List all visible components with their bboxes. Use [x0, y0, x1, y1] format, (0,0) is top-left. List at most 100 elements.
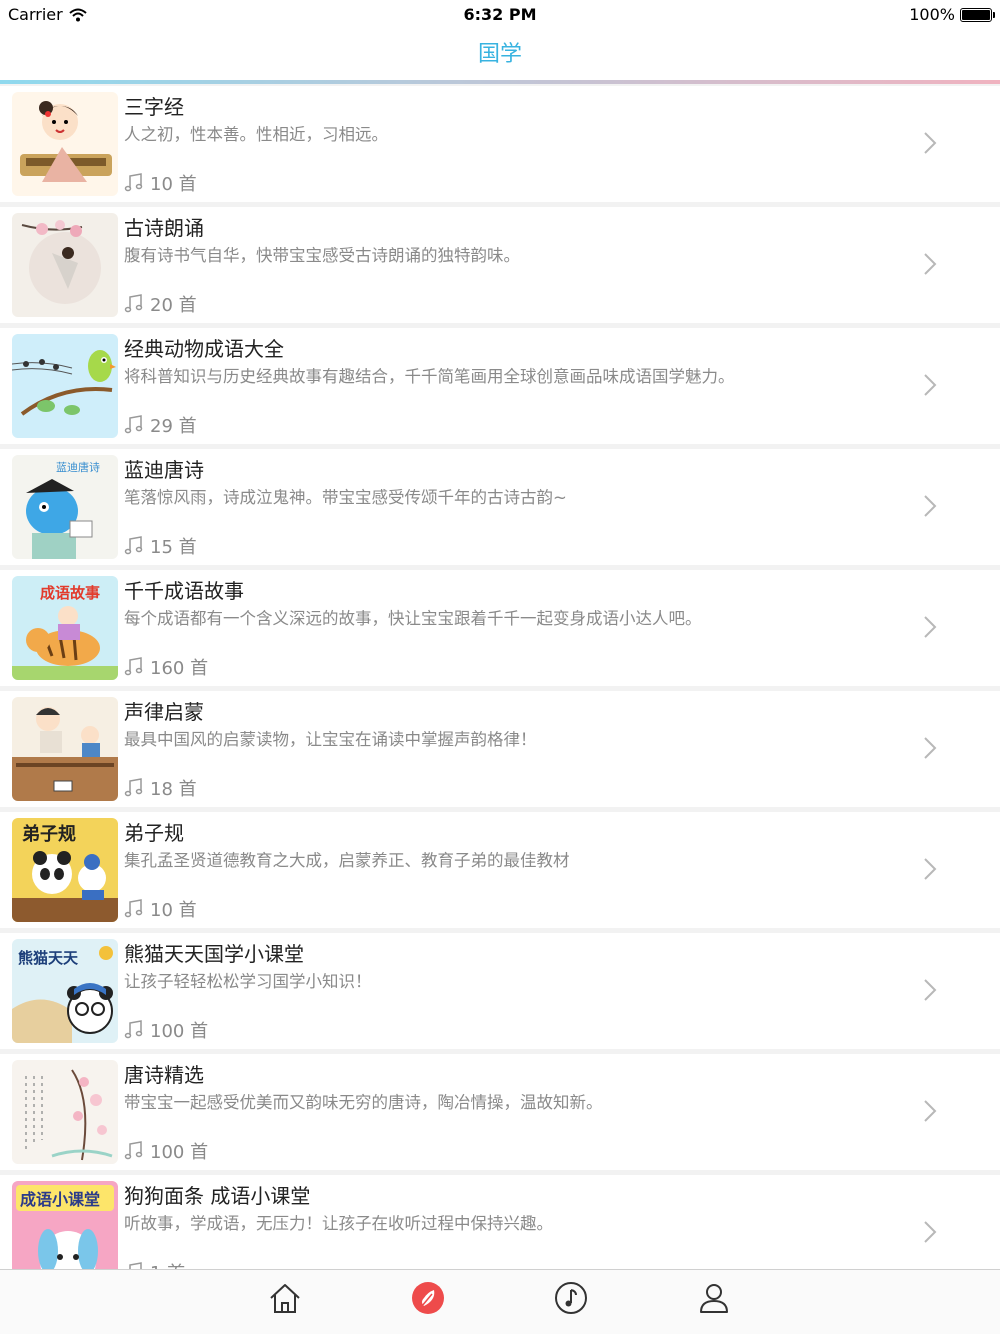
track-count-label: 10 首	[150, 174, 197, 195]
cover-title: 成语小课堂	[20, 1190, 100, 1209]
album-title: 弟子规	[124, 821, 184, 845]
chevron-right-icon	[924, 1100, 937, 1122]
battery-icon	[960, 7, 995, 22]
track-count-label: 100 首	[150, 1021, 209, 1042]
battery-percent: 100%	[909, 5, 955, 24]
track-count-label: 1 首	[150, 1259, 185, 1269]
album-description: 人之初，性本善。性相近，习相远。	[124, 125, 388, 144]
track-count-label: 18 首	[150, 779, 197, 800]
album-description: 每个成语都有一个含义深远的故事，快让宝宝跟着千千一起变身成语小达人吧。	[124, 609, 702, 628]
album-description: 笔落惊风雨，诗成泣鬼神。带宝宝感受传颂千年的古诗古韵~	[124, 488, 567, 507]
page-title: 国学	[477, 42, 522, 67]
music-note-icon	[124, 294, 143, 313]
album-cover: 成语小课堂	[12, 1181, 118, 1269]
chevron-right-icon	[924, 253, 937, 275]
list-item[interactable]: 经典动物成语大全 将科普知识与历史经典故事有趣结合，千千简笔画用全球创意画品味成…	[0, 328, 1000, 444]
nav-bar: 国学	[0, 30, 1000, 82]
chevron-right-icon	[924, 858, 937, 880]
music-note-icon	[124, 1141, 143, 1160]
chevron-right-icon	[924, 374, 937, 396]
track-count: 15 首	[124, 533, 197, 559]
album-cover	[12, 213, 118, 317]
music-note-icon	[124, 899, 143, 918]
home-icon	[270, 1284, 300, 1313]
album-title: 蓝迪唐诗	[124, 458, 204, 482]
tab-home[interactable]	[265, 1278, 305, 1318]
album-cover: 熊猫天天	[12, 939, 118, 1043]
track-count: 20 首	[124, 291, 197, 317]
album-cover: 弟子规	[12, 818, 118, 922]
tab-discover[interactable]	[408, 1278, 448, 1318]
track-count: 10 首	[124, 896, 197, 922]
track-count-label: 100 首	[150, 1142, 209, 1163]
track-count-label: 15 首	[150, 537, 197, 558]
album-cover	[12, 1060, 118, 1164]
list-item[interactable]: 声律启蒙 最具中国风的启蒙读物，让宝宝在诵读中掌握声韵格律！ 18 首	[0, 691, 1000, 807]
music-note-icon	[124, 778, 143, 797]
album-description: 让孩子轻轻松松学习国学小知识！	[124, 972, 372, 991]
chevron-right-icon	[924, 132, 937, 154]
list-item[interactable]: 熊猫天天 熊猫天天国学小课堂 让孩子轻轻松松学习国学小知识！ 100 首	[0, 933, 1000, 1049]
album-description: 集孔孟圣贤道德教育之大成，启蒙养正、教育子弟的最佳教材	[124, 851, 570, 870]
track-count: 100 首	[124, 1138, 208, 1164]
music-note-icon	[124, 536, 143, 555]
list-item[interactable]: 三字经 人之初，性本善。性相近，习相远。 10 首	[0, 86, 1000, 202]
list-item[interactable]: 蓝迪唐诗 蓝迪唐诗 笔落惊风雨，诗成泣鬼神。带宝宝感受传颂千年的古诗古韵~ 15…	[0, 449, 1000, 565]
album-title: 千千成语故事	[124, 579, 244, 603]
chevron-right-icon	[924, 616, 937, 638]
list-item[interactable]: 成语故事 千千成语故事 每个成语都有一个含义深远的故事，快让宝宝跟着千千一起变身…	[0, 570, 1000, 686]
cover-title: 熊猫天天	[18, 949, 79, 967]
music-note-icon	[124, 1020, 143, 1039]
track-count-label: 160 首	[150, 658, 209, 679]
album-title: 熊猫天天国学小课堂	[124, 942, 304, 966]
list-item[interactable]: 弟子规 弟子规 集孔孟圣贤道德教育之大成，启蒙养正、教育子弟的最佳教材 10 首	[0, 812, 1000, 928]
album-cover	[12, 697, 118, 801]
album-cover: 蓝迪唐诗	[12, 455, 118, 559]
tab-bar	[0, 1269, 1000, 1334]
track-count: 100 首	[124, 1017, 208, 1043]
list-item[interactable]: 唐诗精选 带宝宝一起感受优美而又韵味无穷的唐诗，陶冶情操，温故知新。 100 首	[0, 1054, 1000, 1170]
album-cover	[12, 334, 118, 438]
album-description: 听故事，学成语，无压力！让孩子在收听过程中保持兴趣。	[124, 1214, 553, 1233]
music-note-icon	[555, 1282, 587, 1314]
album-title: 声律启蒙	[124, 700, 204, 724]
track-count: 18 首	[124, 775, 197, 801]
chevron-right-icon	[924, 495, 937, 517]
album-title: 经典动物成语大全	[124, 337, 284, 361]
album-cover: 成语故事	[12, 576, 118, 680]
track-count-label: 20 首	[150, 295, 197, 316]
album-description: 带宝宝一起感受优美而又韵味无穷的唐诗，陶冶情操，温故知新。	[124, 1093, 603, 1112]
tab-profile[interactable]	[694, 1278, 734, 1318]
clock: 6:32 PM	[463, 5, 537, 24]
list-item[interactable]: 古诗朗诵 腹有诗书气自华，快带宝宝感受古诗朗诵的独特韵味。 20 首	[0, 207, 1000, 323]
chevron-right-icon	[924, 737, 937, 759]
cover-title: 蓝迪唐诗	[56, 460, 100, 474]
list-item[interactable]: 成语小课堂 狗狗面条 成语小课堂 听故事，学成语，无压力！让孩子在收听过程中保持…	[0, 1175, 1000, 1269]
compass-icon	[412, 1282, 444, 1314]
battery: 100%	[909, 5, 995, 24]
music-note-icon	[129, 1262, 142, 1269]
chevron-right-icon	[924, 1221, 937, 1243]
track-count: 29 首	[124, 412, 197, 438]
album-title: 三字经	[124, 95, 184, 119]
album-list[interactable]: 三字经 人之初，性本善。性相近，习相远。 10 首 古诗朗诵 腹有诗书气自华，快…	[0, 84, 1000, 1269]
status-bar: Carrier 6:32 PM 100%	[0, 0, 1000, 30]
album-description: 最具中国风的启蒙读物，让宝宝在诵读中掌握声韵格律！	[124, 730, 537, 749]
track-count-label: 29 首	[150, 416, 197, 437]
tab-music[interactable]	[551, 1278, 591, 1318]
profile-icon	[700, 1284, 728, 1313]
music-note-icon	[124, 173, 143, 192]
album-description: 将科普知识与历史经典故事有趣结合，千千简笔画用全球创意画品味成语国学魅力。	[124, 367, 735, 386]
album-cover	[12, 92, 118, 196]
cover-title: 成语故事	[40, 584, 100, 602]
track-count: 10 首	[124, 170, 197, 196]
music-note-icon	[124, 657, 143, 676]
music-note-icon	[124, 415, 143, 434]
album-description: 腹有诗书气自华，快带宝宝感受古诗朗诵的独特韵味。	[124, 246, 520, 265]
chevron-right-icon	[924, 979, 937, 1001]
track-count-label: 10 首	[150, 900, 197, 921]
track-count: 1 首	[124, 1259, 185, 1269]
album-title: 唐诗精选	[124, 1063, 204, 1087]
cover-title: 弟子规	[22, 823, 76, 845]
album-title: 狗狗面条 成语小课堂	[124, 1184, 311, 1208]
